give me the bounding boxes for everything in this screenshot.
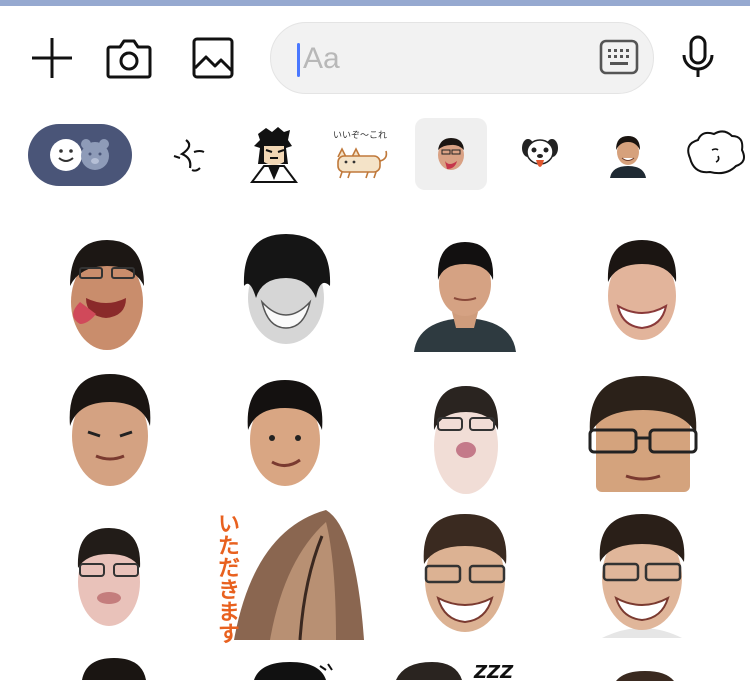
- sticker-partial-3[interactable]: [396, 660, 466, 680]
- glasses-close-up-face-image: [588, 376, 698, 492]
- smiling-man-icon: [610, 136, 646, 178]
- sticker-wide-grin-glasses-face[interactable]: [420, 514, 510, 636]
- smirking-face-image: [247, 380, 323, 486]
- wide-grin-glasses-face-image: [423, 514, 507, 632]
- tab-doodle-face[interactable]: [152, 118, 224, 190]
- tab-cloud-blob[interactable]: [680, 118, 750, 190]
- voice-button[interactable]: [672, 32, 724, 84]
- cloud-blob-icon: [687, 130, 745, 175]
- camera-icon: [106, 39, 152, 79]
- toothy-grin-glasses-face-image: [599, 514, 685, 638]
- portrait-photo-image: [414, 242, 516, 352]
- tongue-face-icon: [438, 138, 464, 170]
- partial-sleeping-image: [396, 662, 462, 680]
- glasses-face-image: [77, 528, 141, 626]
- message-input[interactable]: Aa: [270, 22, 654, 94]
- pursed-lips-face-image: [433, 386, 499, 494]
- keyboard-icon: [599, 39, 639, 75]
- sticker-partial-4[interactable]: [610, 668, 680, 681]
- microphone-icon: [682, 35, 714, 77]
- add-button[interactable]: [26, 32, 78, 84]
- sticker-toothy-grin-glasses-face[interactable]: [596, 514, 688, 638]
- tab-cat-sticker[interactable]: いいぞ〜これ: [324, 118, 396, 190]
- image-button[interactable]: [187, 32, 239, 84]
- sticker-squinting-face[interactable]: [66, 372, 154, 490]
- tab-smiling-man[interactable]: [592, 118, 664, 190]
- tab-dog-face[interactable]: [504, 118, 576, 190]
- camera-button[interactable]: [103, 32, 155, 84]
- tongue-out-face-image: [70, 240, 144, 350]
- sticker-shadowed-hair-face[interactable]: [240, 232, 332, 348]
- keyboard-toggle-button[interactable]: [599, 39, 639, 80]
- image-icon: [192, 37, 234, 79]
- partial-hat-image: [254, 662, 333, 680]
- itadakimasu-caption: いただきます: [214, 512, 239, 644]
- dog-face-icon: [522, 139, 558, 167]
- text-caret: [297, 43, 300, 77]
- tab-manga-character[interactable]: [236, 118, 308, 190]
- partial-head-image: [616, 671, 674, 681]
- partial-hair-image: [82, 658, 146, 680]
- sticker-smirking-face[interactable]: [244, 378, 326, 490]
- big-grin-face-image: [607, 240, 677, 340]
- squinting-face-image: [69, 374, 151, 486]
- message-input-placeholder: Aa: [303, 42, 340, 75]
- tab-tongue-face[interactable]: [415, 118, 487, 190]
- sticker-portrait-photo[interactable]: [414, 240, 516, 352]
- doodle-face-icon: [173, 139, 205, 172]
- manga-character-icon: [250, 127, 298, 183]
- sticker-pursed-lips-face[interactable]: [430, 384, 502, 496]
- sticker-partial-2[interactable]: [250, 660, 340, 680]
- sticker-partial-1[interactable]: [76, 656, 152, 680]
- shadowed-hair-face-image: [243, 234, 331, 344]
- sticker-tongue-out-face[interactable]: [66, 236, 148, 354]
- plus-icon: [32, 38, 72, 78]
- sticker-glasses-close-up-face[interactable]: [586, 376, 700, 492]
- sticker-big-grin-face[interactable]: [604, 238, 680, 344]
- cat-icon: [337, 146, 388, 178]
- sticker-glasses-face[interactable]: [74, 526, 144, 630]
- sticker-package-tabs: いいぞ〜これ: [0, 118, 750, 194]
- smiley-bear-icon: [50, 139, 109, 171]
- tab-emoji[interactable]: [28, 124, 132, 186]
- top-accent-bar: [0, 0, 750, 6]
- cat-sticker-caption: いいぞ〜これ: [332, 130, 387, 141]
